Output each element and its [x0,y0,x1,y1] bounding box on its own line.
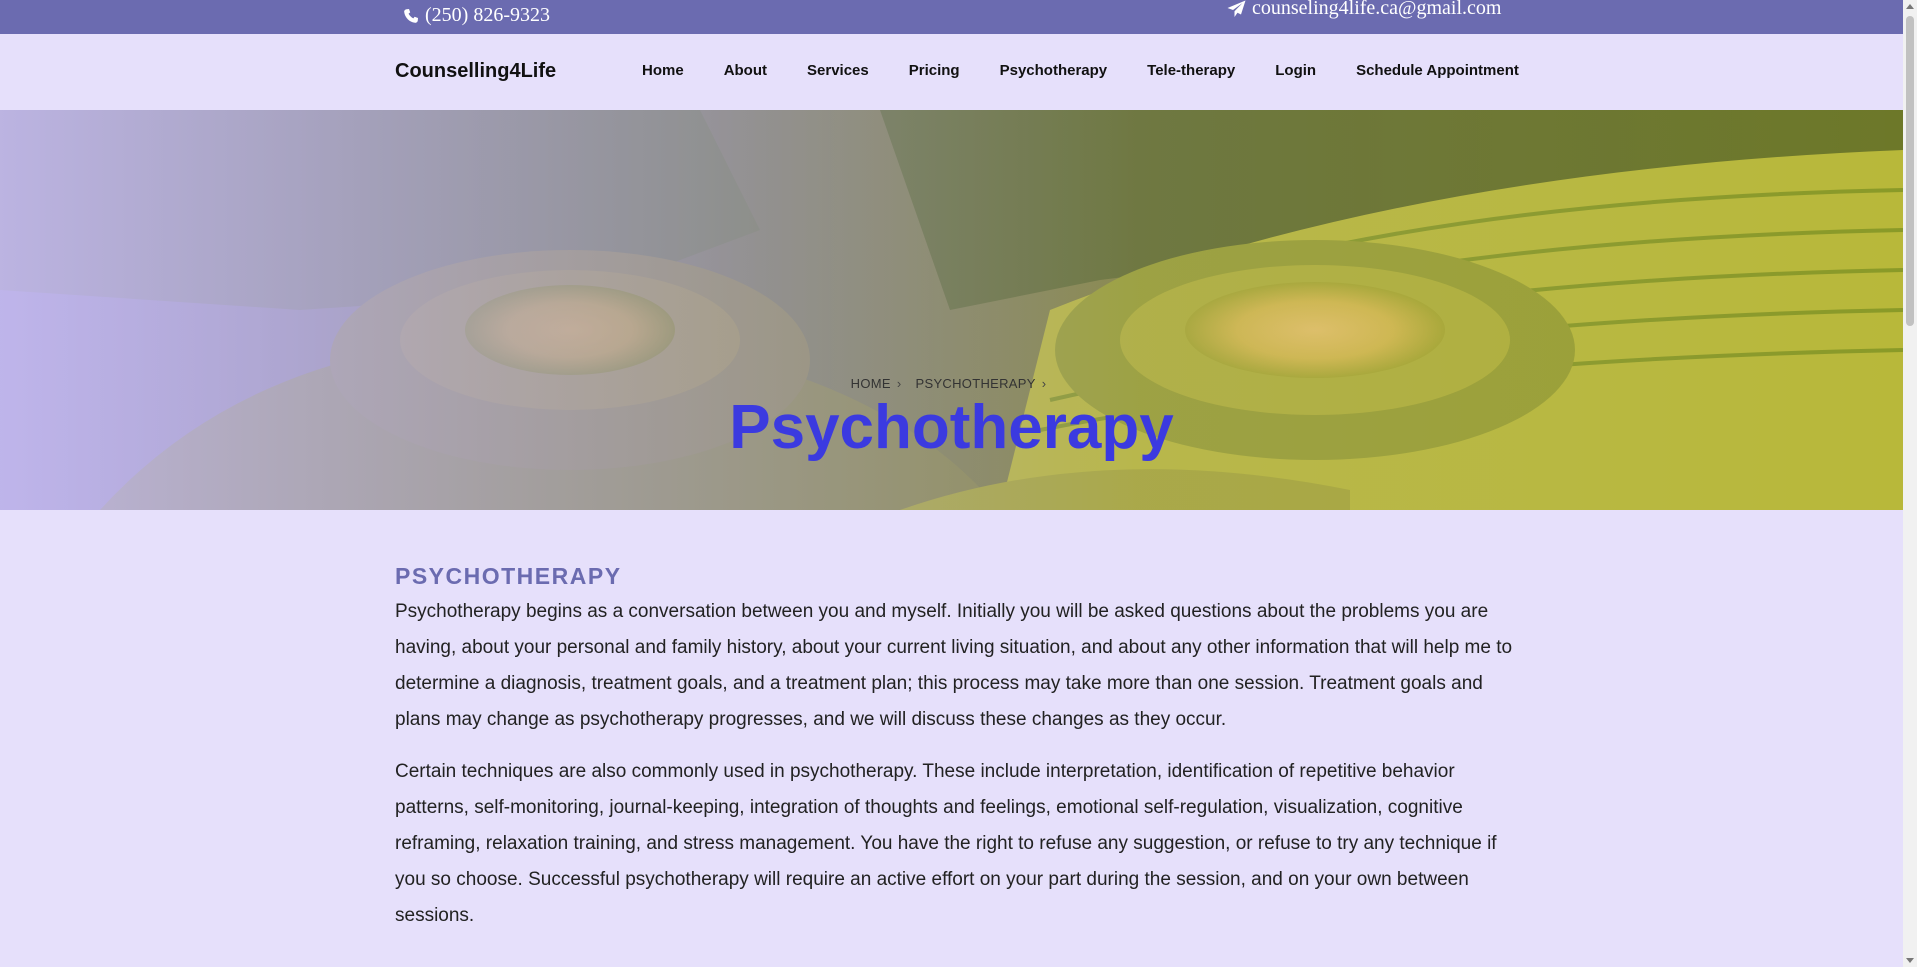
scroll-up-icon[interactable] [1906,4,1914,9]
nav-item-login[interactable]: Login [1275,62,1316,79]
nav-item-about[interactable]: About [724,62,767,79]
nav-item-home[interactable]: Home [642,62,684,79]
scroll-down-icon[interactable] [1906,958,1914,963]
phone-link[interactable]: (250) 826-9323 [403,4,550,27]
paragraph-intro: Psychotherapy begins as a conversation b… [395,601,1513,730]
nav-item-schedule-appointment[interactable]: Schedule Appointment [1356,62,1519,79]
main-content: PSYCHOTHERAPY Psychotherapy begins as a … [395,563,1515,950]
page-scrollbar[interactable] [1903,0,1917,967]
hero-banner: HOME › PSYCHOTHERAPY › Psychotherapy [0,110,1903,510]
nav-menu: Home About Services Pricing Psychotherap… [642,62,1519,79]
paragraph-techniques: Certain techniques are also commonly use… [395,761,1497,926]
top-contact-bar: (250) 826-9323 counseling4life.ca@gmail.… [0,0,1903,34]
site-logo[interactable]: Counselling4Life [395,60,556,83]
phone-icon [403,8,419,24]
nav-item-tele-therapy[interactable]: Tele-therapy [1147,62,1235,79]
breadcrumb-current: PSYCHOTHERAPY [915,376,1036,391]
nav-item-services[interactable]: Services [807,62,869,79]
nav-item-psychotherapy[interactable]: Psychotherapy [1000,62,1108,79]
phone-number: (250) 826-9323 [425,4,550,26]
page-title: Psychotherapy [729,393,1174,462]
section-heading: PSYCHOTHERAPY [395,563,622,589]
email-link[interactable]: counseling4life.ca@gmail.com [1227,0,1501,20]
paper-plane-icon [1227,0,1246,18]
main-navbar: Counselling4Life Home About Services Pri… [0,34,1903,110]
chevron-right-icon: › [1041,376,1047,391]
breadcrumb-home[interactable]: HOME [851,376,891,391]
breadcrumb: HOME › PSYCHOTHERAPY › [0,376,1903,391]
chevron-right-icon: › [896,376,902,391]
nav-item-pricing[interactable]: Pricing [909,62,960,79]
scrollbar-thumb[interactable] [1906,16,1914,326]
email-address: counseling4life.ca@gmail.com [1252,0,1502,19]
